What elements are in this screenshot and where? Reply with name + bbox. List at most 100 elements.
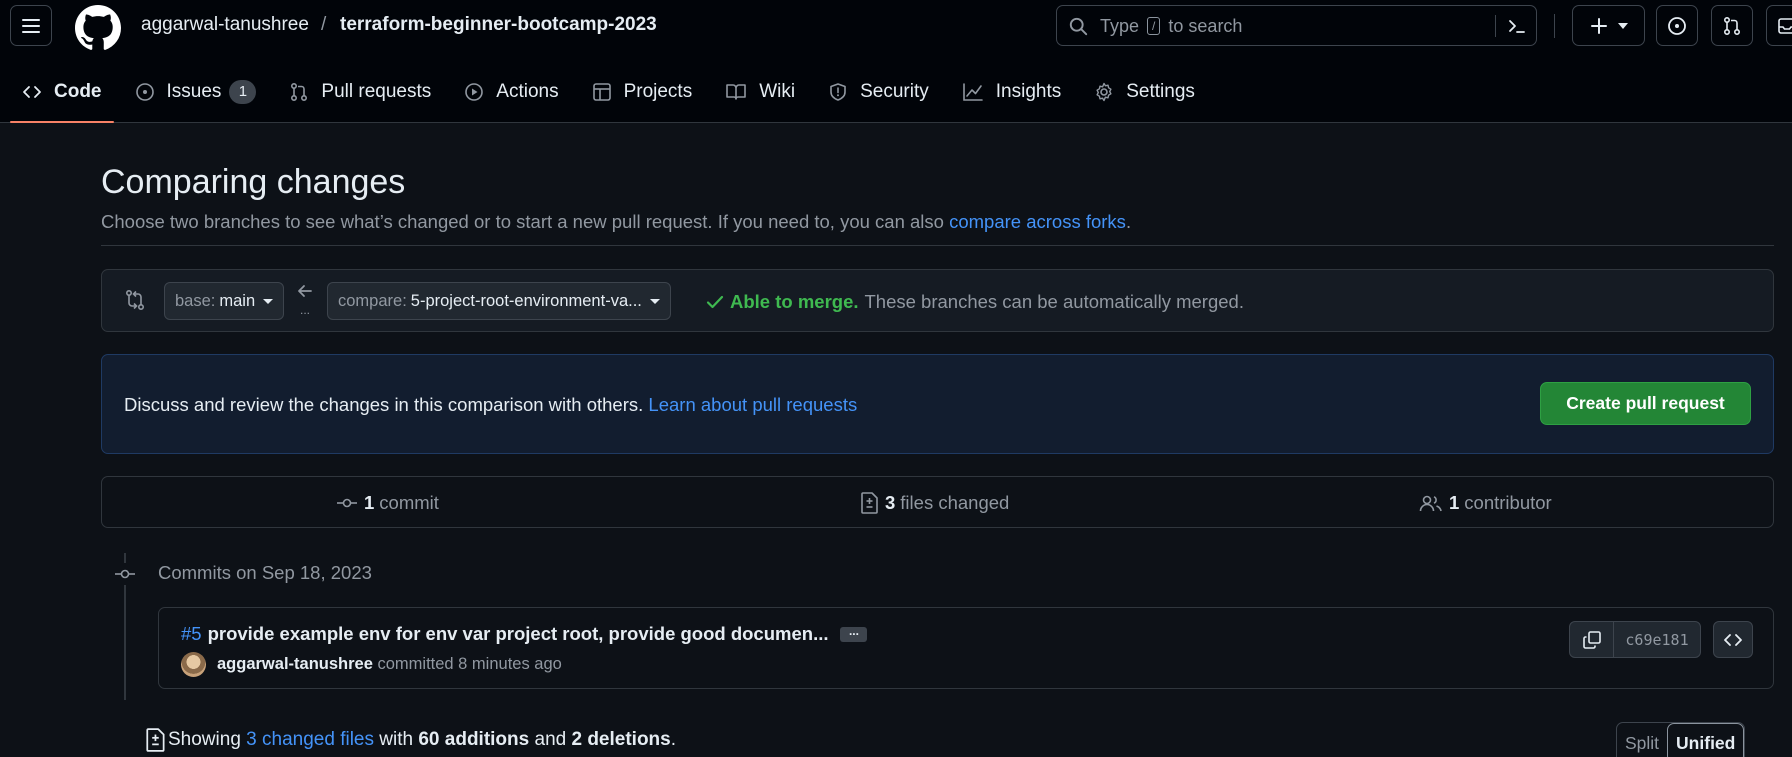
- tab-settings-label: Settings: [1126, 81, 1195, 102]
- commit-item: #5 provide example env for env var proje…: [158, 607, 1774, 689]
- repo-tabs: Code Issues 1 Pull requests Actions Proj…: [10, 70, 1216, 123]
- files-count: 3: [885, 492, 896, 513]
- check-icon: [706, 295, 724, 309]
- github-logo-icon[interactable]: [75, 5, 121, 51]
- breadcrumb-owner[interactable]: aggarwal-tanushree: [141, 14, 309, 38]
- copy-sha-button[interactable]: [1570, 622, 1614, 657]
- book-icon: [726, 84, 747, 100]
- triangle-down-icon: [1617, 22, 1628, 29]
- git-commit-icon: [114, 563, 136, 585]
- compare-branch-select[interactable]: compare: 5-project-root-environment-va..…: [327, 282, 671, 320]
- create-pull-request-button[interactable]: Create pull request: [1540, 382, 1751, 425]
- issues-count-badge: 1: [229, 80, 257, 104]
- split-view-button[interactable]: Split: [1617, 723, 1667, 757]
- inbox-button[interactable]: [1766, 5, 1792, 46]
- tab-actions-label: Actions: [496, 81, 559, 102]
- tab-wiki-label: Wiki: [759, 81, 796, 102]
- files-changed-summary[interactable]: 3 files changed: [861, 492, 1009, 514]
- tab-pull-requests-label: Pull requests: [321, 81, 432, 102]
- commit-title: #5 provide example env for env var proje…: [181, 623, 868, 645]
- issue-opened-icon: [1668, 16, 1686, 35]
- commit-meta: aggarwal-tanushree committed 8 minutes a…: [217, 655, 562, 674]
- git-compare-icon: [125, 289, 145, 311]
- file-diff-icon: [146, 728, 165, 752]
- caret-down-icon: [649, 298, 660, 304]
- changed-files-link[interactable]: 3 changed files: [246, 729, 374, 751]
- browse-repository-button[interactable]: [1713, 621, 1753, 658]
- tab-actions[interactable]: Actions: [452, 70, 570, 114]
- tab-insights-label: Insights: [995, 81, 1062, 102]
- commit-message-link[interactable]: provide example env for env var project …: [208, 623, 829, 645]
- commit-pr-link[interactable]: #5: [181, 623, 202, 645]
- deletions-count: 2 deletions: [571, 729, 671, 750]
- banner-message: Discuss and review the changes in this c…: [124, 394, 644, 415]
- compare-branch-name: 5-project-root-environment-va...: [410, 291, 642, 310]
- diff-summary: Showing 3 changed files with 60 addition…: [146, 728, 676, 752]
- search-input[interactable]: Type / to search: [1056, 5, 1537, 46]
- breadcrumb-repo[interactable]: terraform-beginner-bootcamp-2023: [340, 14, 657, 38]
- compare-across-forks-link[interactable]: compare across forks: [949, 211, 1126, 232]
- tab-security[interactable]: Security: [816, 70, 941, 114]
- command-palette-icon[interactable]: [1507, 17, 1527, 35]
- contributors-count: 1: [1449, 492, 1460, 513]
- contributors-label: contributor: [1464, 492, 1552, 513]
- app-header: aggarwal-tanushree / terraform-beginner-…: [0, 0, 1792, 123]
- commits-count: 1: [364, 492, 375, 513]
- compare-summary: 1 commit 3 files changed 1 contributor: [101, 476, 1774, 528]
- copy-icon: [1582, 630, 1601, 649]
- tab-code-label: Code: [54, 81, 102, 102]
- unified-view-button[interactable]: Unified: [1667, 723, 1745, 757]
- base-branch-select[interactable]: base: main: [164, 282, 285, 320]
- breadcrumb-separator: /: [321, 14, 327, 35]
- inbox-icon: [1778, 17, 1792, 34]
- compare-branch-prefix: compare:: [338, 291, 407, 310]
- issues-button[interactable]: [1656, 5, 1698, 46]
- pull-requests-button[interactable]: [1711, 5, 1753, 46]
- merge-status-text: These branches can be automatically merg…: [864, 291, 1244, 312]
- create-pr-banner: Discuss and review the changes in this c…: [101, 354, 1774, 454]
- header-divider: [1554, 14, 1555, 38]
- tab-projects-label: Projects: [623, 81, 693, 102]
- with-label: with: [379, 729, 414, 750]
- plus-icon: [1590, 17, 1607, 34]
- git-pull-request-icon: [1723, 16, 1741, 35]
- tab-code[interactable]: Code: [10, 70, 114, 123]
- menu-button[interactable]: [10, 5, 52, 46]
- code-icon: [1724, 633, 1742, 646]
- additions-count: 60 additions: [418, 729, 530, 750]
- files-label: files changed: [900, 492, 1010, 513]
- tab-security-label: Security: [860, 81, 929, 102]
- graph-icon: [962, 83, 983, 101]
- contributors-summary[interactable]: 1 contributor: [1419, 492, 1552, 514]
- base-branch-name: main: [219, 291, 256, 310]
- commits-date-heading: Commits on Sep 18, 2023: [158, 562, 372, 583]
- commits-summary[interactable]: 1 commit: [336, 492, 439, 514]
- learn-about-pull-requests-link[interactable]: Learn about pull requests: [648, 394, 857, 415]
- tab-pull-requests[interactable]: Pull requests: [277, 70, 443, 114]
- tab-projects[interactable]: Projects: [580, 70, 705, 114]
- tab-issues[interactable]: Issues 1: [123, 70, 269, 114]
- avatar[interactable]: [181, 652, 206, 677]
- subtitle-text: Choose two branches to see what’s change…: [101, 211, 944, 232]
- tab-wiki[interactable]: Wiki: [713, 70, 807, 114]
- create-new-button[interactable]: [1572, 5, 1645, 46]
- subtitle-end: .: [1125, 211, 1132, 232]
- merge-status: Able to merge. These branches can be aut…: [706, 291, 1244, 313]
- code-icon: [23, 86, 41, 98]
- search-icon: [1069, 17, 1088, 36]
- search-shortcut-key: /: [1147, 17, 1161, 35]
- page-title: Comparing changes: [101, 163, 406, 201]
- base-branch-prefix: base:: [175, 291, 216, 310]
- banner-text: Discuss and review the changes in this c…: [124, 394, 857, 416]
- commit-time: committed 8 minutes ago: [377, 655, 562, 673]
- expand-commit-message-button[interactable]: ...: [840, 625, 868, 642]
- commit-sha-link[interactable]: c69e181: [1614, 622, 1700, 657]
- tab-insights[interactable]: Insights: [950, 70, 1073, 114]
- diff-summary-end: .: [670, 729, 677, 750]
- tab-issues-label: Issues: [166, 81, 222, 102]
- tab-settings[interactable]: Settings: [1082, 70, 1207, 114]
- people-icon: [1419, 495, 1442, 512]
- commit-author-link[interactable]: aggarwal-tanushree: [217, 655, 373, 673]
- gear-icon: [1096, 82, 1112, 102]
- file-diff-icon: [861, 492, 878, 514]
